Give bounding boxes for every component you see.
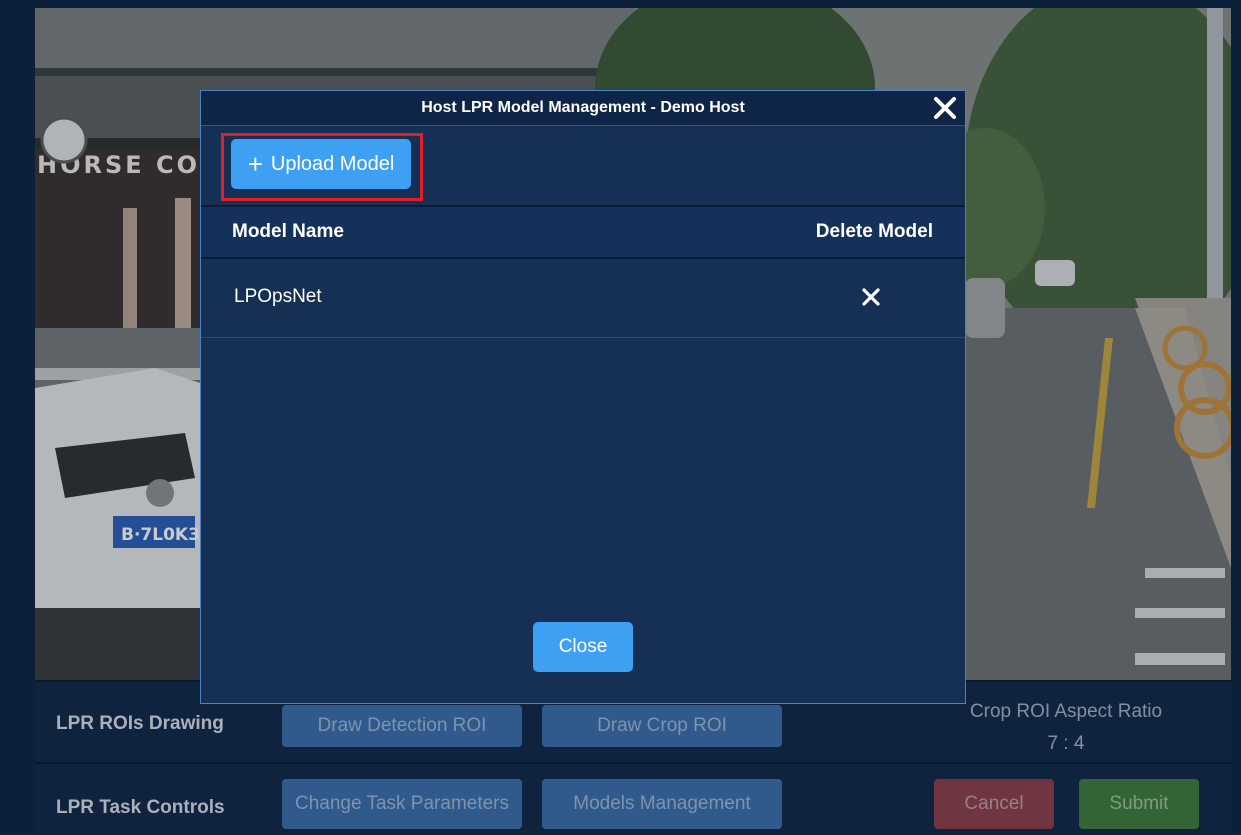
upload-model-label: Upload Model [270,152,395,175]
upload-model-button[interactable]: + Upload Model [231,139,411,189]
lpr-task-page: HORSE COF B·7L0K3 LPR ROIs Drawing Draw … [0,0,1241,833]
dialog-title: Host LPR Model Management - Demo Host [421,99,745,116]
close-button[interactable]: Close [533,622,633,672]
models-table-header: Model Name Delete Model [201,205,965,259]
plus-icon: + [247,149,263,179]
table-row: LPOpsNet [201,257,965,338]
close-icon[interactable] [931,94,959,122]
model-name-column-header: Model Name [232,221,344,242]
delete-model-column-header: Delete Model [815,221,933,242]
dialog-header: Host LPR Model Management - Demo Host [201,91,965,126]
model-management-dialog: Host LPR Model Management - Demo Host + … [200,90,966,704]
model-name-cell: LPOpsNet [234,286,322,307]
x-icon[interactable] [861,287,881,307]
